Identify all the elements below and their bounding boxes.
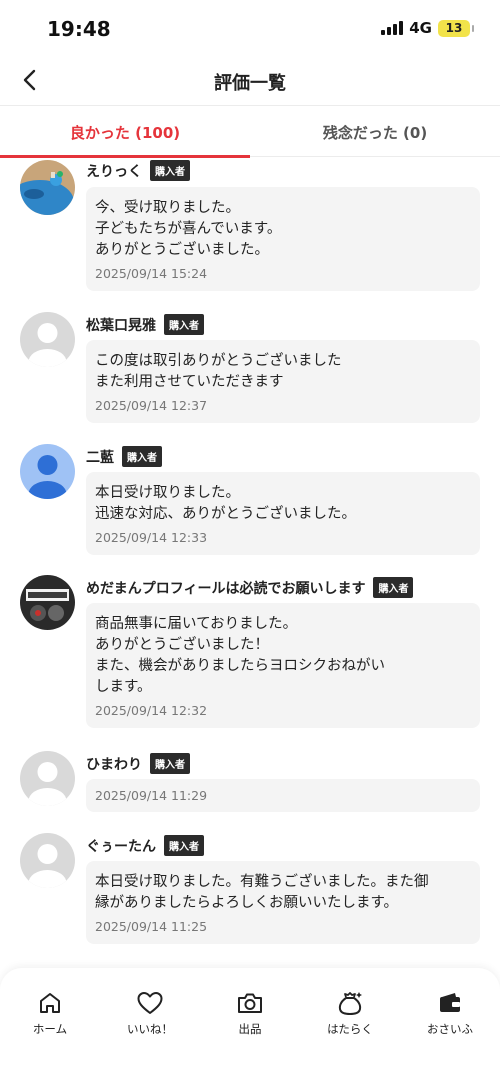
buyer-badge: 購入者 [373,577,414,598]
review-header: めだまんプロフィールは必読でお願いします 購入者 [86,577,414,598]
review-date: 2025/09/14 11:25 [95,919,208,934]
heart-icon [136,989,164,1017]
network-type: 4G [409,19,432,37]
reviewer-name[interactable]: ぐぅーたん [86,836,156,856]
bottom-nav: ホーム いいね！ 出品 はたらく おさいふ [0,968,500,1080]
review-date: 2025/09/14 11:29 [95,788,208,803]
review-bubble: この度は取引ありがとうございました また利用させていただきます 2025/09/… [86,340,480,423]
message-line: ありがとうございました！ [95,637,269,653]
nav-label: 出品 [238,1022,262,1036]
review-header: 二藍 購入者 [86,446,162,467]
review-message: この度は取引ありがとうございました また利用させていただきます [95,351,471,393]
reviewer-name[interactable]: めだまんプロフィールは必読でお願いします [86,578,365,598]
review-message: 今、受け取りました。 子どもたちが喜んでいます。 ありがとうございました。 [95,198,471,261]
reviewer-name[interactable]: ひまわり [86,754,142,774]
page-title: 評価一覧 [214,73,286,94]
money-bag-icon [336,989,364,1017]
review-date: 2025/09/14 12:33 [95,530,208,545]
status-bar: 19:48 4G 13 [0,0,500,56]
nav-label: ホーム [32,1022,68,1036]
message-line: また、機会がありましたらヨロシクおねがい [95,658,385,674]
default-user-icon [20,312,75,367]
review-bubble: 2025/09/14 11:29 [86,779,480,812]
review-message: 本日受け取りました。 迅速な対応、ありがとうございました。 [95,483,471,525]
nav-label: いいね！ [127,1022,173,1036]
review-header: ぐぅーたん 購入者 [86,835,204,856]
message-line: 今、受け取りました。 [95,200,240,216]
buyer-badge: 購入者 [164,835,204,856]
battery-icon: 13 [438,19,474,37]
review-header: ひまわり 購入者 [86,753,190,774]
reviewer-name[interactable]: えりっく [86,161,142,181]
avatar[interactable] [20,160,75,215]
default-user-icon [20,833,75,888]
message-line: この度は取引ありがとうございました [95,353,342,369]
tab-good[interactable]: 良かった (100) [0,107,250,158]
message-line: 縁がありましたらよろしくお願いいたします。 [95,895,399,911]
avatar[interactable] [20,751,75,806]
reviewer-name[interactable]: 松葉口晃雅 [86,315,156,335]
nav-sell[interactable]: 出品 [200,968,300,1080]
review-date: 2025/09/14 15:24 [95,266,208,281]
message-line: 子どもたちが喜んでいます。 [95,221,282,237]
review-message: 商品無事に届いておりました。 ありがとうございました！ また、機会がありましたら… [95,614,471,698]
nav-work[interactable]: はたらく [300,968,400,1080]
message-line: 迅速な対応、ありがとうございました。 [95,506,356,522]
message-line: します。 [95,679,152,695]
review-bubble: 商品無事に届いておりました。 ありがとうございました！ また、機会がありましたら… [86,603,480,728]
review-date: 2025/09/14 12:32 [95,703,208,718]
header: 評価一覧 [0,56,500,106]
default-user-icon [20,751,75,806]
avatar-photo-icon [20,575,75,630]
nav-likes[interactable]: いいね！ [100,968,200,1080]
review-tabs: 良かった (100) 残念だった (0) [0,107,500,158]
avatar[interactable] [20,833,75,888]
nav-wallet[interactable]: おさいふ [400,968,500,1080]
review-list[interactable]: えりっく 購入者 今、受け取りました。 子どもたちが喜んでいます。 ありがとうご… [0,158,500,970]
review-message: 本日受け取りました。有難うございました。また御 縁がありましたらよろしくお願いい… [95,872,471,914]
avatar[interactable] [20,312,75,367]
buyer-badge: 購入者 [164,314,204,335]
message-line: 本日受け取りました。 [95,485,240,501]
review-header: えりっく 購入者 [86,160,190,181]
nav-home[interactable]: ホーム [0,968,100,1080]
buyer-badge: 購入者 [122,446,162,467]
review-date: 2025/09/14 12:37 [95,398,208,413]
battery-level: 13 [445,21,463,35]
review-bubble: 本日受け取りました。 迅速な対応、ありがとうございました。 2025/09/14… [86,472,480,555]
nav-label: おさいふ [427,1022,473,1036]
reviewer-name[interactable]: 二藍 [86,447,114,467]
tab-bad[interactable]: 残念だった (0) [250,107,500,157]
home-icon [36,989,64,1017]
camera-icon [236,989,264,1017]
avatar-photo-icon [20,160,75,215]
buyer-badge: 購入者 [150,753,190,774]
status-time: 19:48 [47,17,111,41]
message-line: また利用させていただきます [95,374,284,390]
review-bubble: 今、受け取りました。 子どもたちが喜んでいます。 ありがとうございました。 20… [86,187,480,291]
review-bubble: 本日受け取りました。有難うございました。また御 縁がありましたらよろしくお願いい… [86,861,480,944]
wallet-icon [436,989,464,1017]
signal-icon [381,21,404,35]
message-line: ありがとうございました。 [95,242,269,258]
default-user-blue-icon [20,444,75,499]
review-header: 松葉口晃雅 購入者 [86,314,204,335]
message-line: 本日受け取りました。有難うございました。また御 [95,874,429,890]
nav-label: はたらく [327,1022,373,1036]
buyer-badge: 購入者 [150,160,190,181]
status-indicators: 4G 13 [381,19,474,37]
message-line: 商品無事に届いておりました。 [95,616,298,632]
avatar[interactable] [20,575,75,630]
avatar[interactable] [20,444,75,499]
